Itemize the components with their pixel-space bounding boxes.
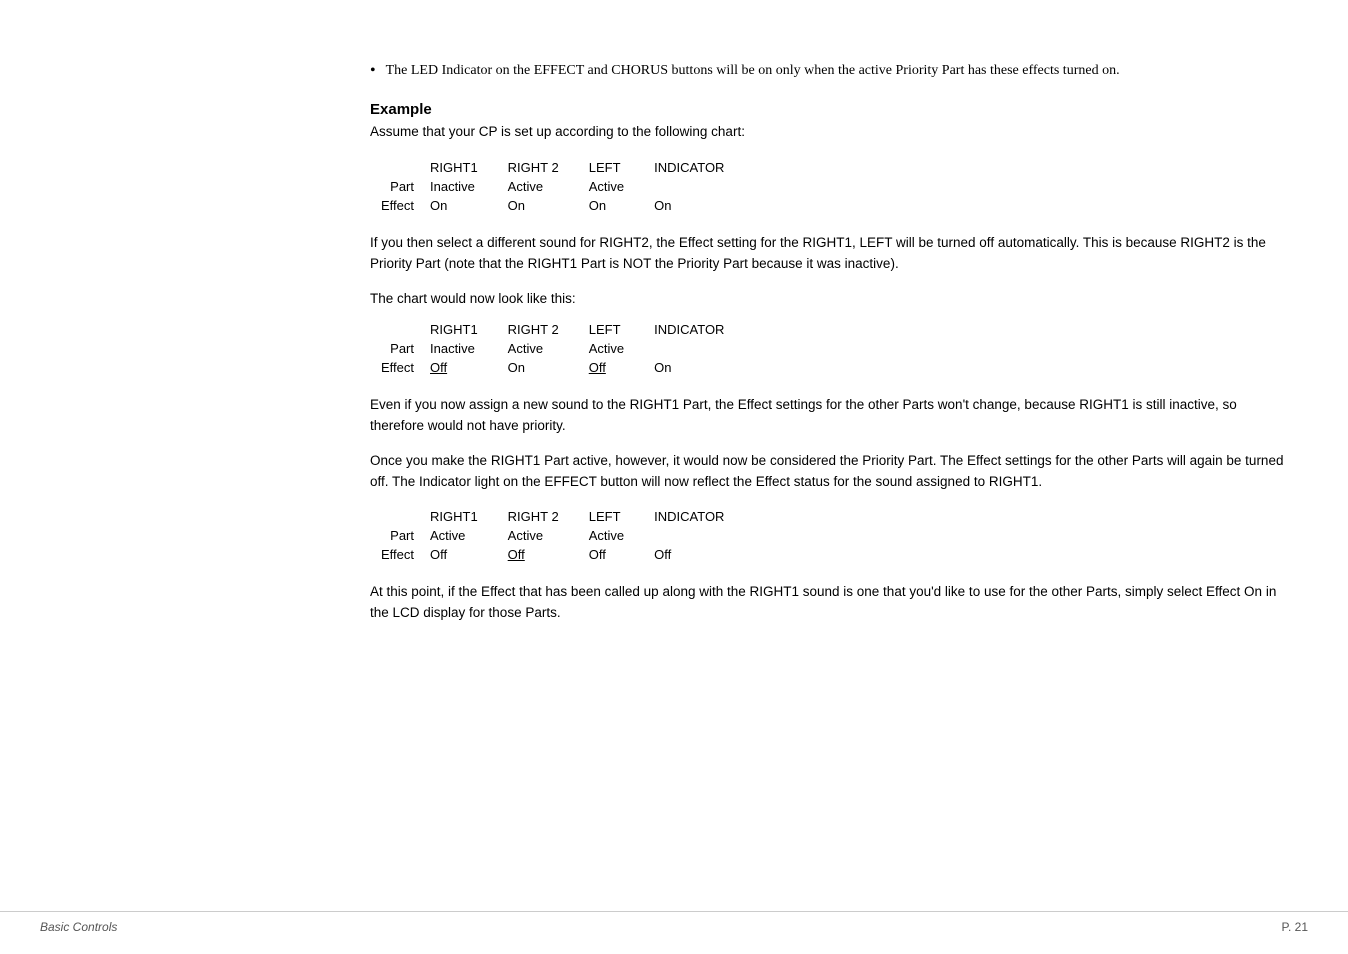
chart3-r1-c2: Active (508, 526, 589, 545)
chart1-r1-c4 (654, 177, 754, 196)
chart3-r2-c2: Off (508, 545, 589, 564)
bullet-text: The LED Indicator on the EFFECT and CHOR… (386, 60, 1120, 81)
chart1-h0 (370, 158, 430, 177)
body-text-2: The chart would now look like this: (370, 289, 1288, 310)
chart1-r2-c4: On (654, 196, 754, 215)
chart1-row2: Effect On On On On (370, 196, 754, 215)
example-intro: Assume that your CP is set up according … (370, 122, 1288, 142)
chart2-row1: Part Inactive Active Active (370, 339, 754, 358)
chart3-r1-c4 (654, 526, 754, 545)
chart2-row2: Effect Off On Off On (370, 358, 754, 377)
chart1-h2: RIGHT 2 (508, 158, 589, 177)
chart2-h3: LEFT (589, 320, 654, 339)
chart2-h0 (370, 320, 430, 339)
chart1-r1-c3: Active (589, 177, 654, 196)
example-section: Example Assume that your CP is set up ac… (370, 101, 1288, 624)
footer-right: P. 21 (1282, 920, 1308, 934)
body-text-4: At this point, if the Effect that has be… (370, 582, 1288, 624)
chart1-r2-c2: On (508, 196, 589, 215)
example-title: Example (370, 101, 1288, 118)
chart3-r1-c1: Active (430, 526, 508, 545)
chart3-h0 (370, 507, 430, 526)
chart2-r2-c0: Effect (370, 358, 430, 377)
chart2-table: RIGHT1 RIGHT 2 LEFT INDICATOR Part Inact… (370, 320, 754, 377)
chart2-r1-c1: Inactive (430, 339, 508, 358)
chart2-h2: RIGHT 2 (508, 320, 589, 339)
bullet-section: • The LED Indicator on the EFFECT and CH… (370, 60, 1288, 81)
chart2-r1-c4 (654, 339, 754, 358)
chart2-r2-c2: On (508, 358, 589, 377)
body-text-1: If you then select a different sound for… (370, 233, 1288, 275)
chart2: RIGHT1 RIGHT 2 LEFT INDICATOR Part Inact… (370, 320, 1288, 377)
chart2-r2-c3: Off (589, 358, 654, 377)
chart1-header: RIGHT1 RIGHT 2 LEFT INDICATOR (370, 158, 754, 177)
chart3-row1: Part Active Active Active (370, 526, 754, 545)
chart3-h2: RIGHT 2 (508, 507, 589, 526)
chart3-r2-c1: Off (430, 545, 508, 564)
chart1-h4: INDICATOR (654, 158, 754, 177)
chart3-h1: RIGHT1 (430, 507, 508, 526)
chart3-table: RIGHT1 RIGHT 2 LEFT INDICATOR Part Activ… (370, 507, 754, 564)
chart1-h1: RIGHT1 (430, 158, 508, 177)
chart3-h3: LEFT (589, 507, 654, 526)
chart2-r1-c0: Part (370, 339, 430, 358)
chart1-h3: LEFT (589, 158, 654, 177)
chart1-r2-c3: On (589, 196, 654, 215)
chart2-r2-c1: Off (430, 358, 508, 377)
chart3-r2-c0: Effect (370, 545, 430, 564)
chart3-row2: Effect Off Off Off Off (370, 545, 754, 564)
footer: Basic Controls P. 21 (0, 911, 1348, 934)
chart2-r1-c3: Active (589, 339, 654, 358)
chart3-r2-c4: Off (654, 545, 754, 564)
chart2-r2-c4: On (654, 358, 754, 377)
chart2-header: RIGHT1 RIGHT 2 LEFT INDICATOR (370, 320, 754, 339)
footer-left: Basic Controls (40, 920, 117, 934)
chart1-r1-c2: Active (508, 177, 589, 196)
body-text-3b: Once you make the RIGHT1 Part active, ho… (370, 451, 1288, 493)
chart1-row1: Part Inactive Active Active (370, 177, 754, 196)
chart1: RIGHT1 RIGHT 2 LEFT INDICATOR Part Inact… (370, 158, 1288, 215)
bullet-dot: • (370, 62, 376, 80)
chart3: RIGHT1 RIGHT 2 LEFT INDICATOR Part Activ… (370, 507, 1288, 564)
chart3-r1-c3: Active (589, 526, 654, 545)
chart1-r1-c0: Part (370, 177, 430, 196)
chart3-h4: INDICATOR (654, 507, 754, 526)
chart2-h1: RIGHT1 (430, 320, 508, 339)
chart2-r1-c2: Active (508, 339, 589, 358)
chart1-table: RIGHT1 RIGHT 2 LEFT INDICATOR Part Inact… (370, 158, 754, 215)
chart3-header: RIGHT1 RIGHT 2 LEFT INDICATOR (370, 507, 754, 526)
page-content: • The LED Indicator on the EFFECT and CH… (370, 0, 1288, 718)
chart3-r2-c3: Off (589, 545, 654, 564)
chart2-h4: INDICATOR (654, 320, 754, 339)
chart3-r1-c0: Part (370, 526, 430, 545)
chart1-r1-c1: Inactive (430, 177, 508, 196)
body-text-3a: Even if you now assign a new sound to th… (370, 395, 1288, 437)
chart1-r2-c0: Effect (370, 196, 430, 215)
chart1-r2-c1: On (430, 196, 508, 215)
